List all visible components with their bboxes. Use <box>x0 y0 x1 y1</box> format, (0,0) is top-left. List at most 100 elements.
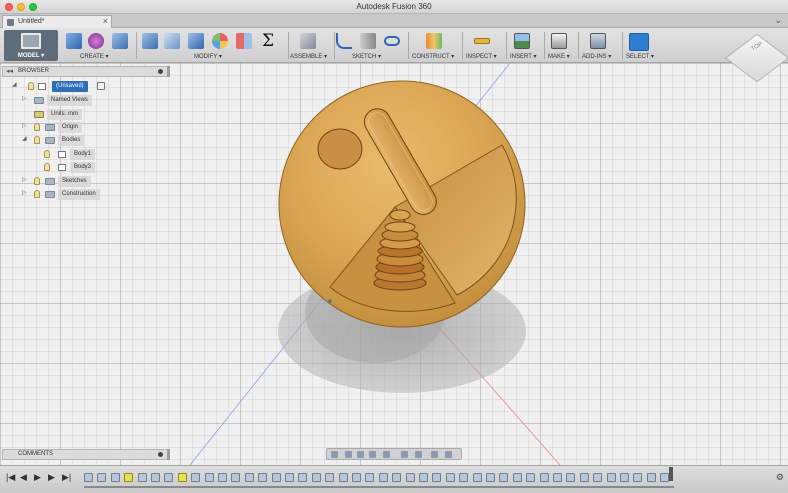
3d-print-icon[interactable] <box>551 33 567 49</box>
shell-icon[interactable] <box>188 33 204 49</box>
timeline-marker-handle[interactable] <box>669 467 673 481</box>
timeline-last-button[interactable]: ▶| <box>62 472 71 483</box>
timeline-feature-icon[interactable] <box>459 473 469 482</box>
browser-item-root[interactable]: ◢ (Unsaved) <box>12 81 112 92</box>
timeline-feature-icon[interactable] <box>392 473 402 482</box>
visibility-bulb-icon[interactable] <box>44 150 50 158</box>
sketch-menu-label[interactable]: SKETCH ▾ <box>352 53 381 60</box>
expand-arrow-icon[interactable]: ▷ <box>22 122 30 129</box>
press-pull-icon[interactable] <box>142 33 158 49</box>
timeline-feature-icon[interactable] <box>593 473 603 482</box>
timeline-feature-icon[interactable] <box>539 473 549 482</box>
timeline-feature-icon[interactable] <box>486 473 495 482</box>
select-cursor-icon[interactable] <box>629 33 649 51</box>
display-settings-icon[interactable] <box>401 451 408 458</box>
collapse-browser-icon[interactable]: ◂◂ <box>6 67 13 75</box>
timeline-feature-icon[interactable] <box>365 473 375 482</box>
workspace-switcher[interactable]: MODEL ▾ <box>4 30 58 61</box>
scripts-add-ins-icon[interactable] <box>590 33 606 49</box>
browser-item-body1[interactable]: Body1 <box>44 149 104 160</box>
timeline-feature-icon[interactable] <box>191 473 201 482</box>
construct-menu-label[interactable]: CONSTRUCT ▾ <box>412 53 454 60</box>
extrude-icon[interactable] <box>112 33 128 49</box>
insert-canvas-icon[interactable] <box>514 33 530 49</box>
stop-sketch-icon[interactable] <box>360 33 376 49</box>
timeline-feature-strip[interactable] <box>84 470 674 488</box>
browser-panel-header[interactable]: ◂◂ BROWSER <box>2 66 170 77</box>
visibility-bulb-icon[interactable] <box>34 177 40 185</box>
timeline-feature-icon[interactable] <box>258 473 268 482</box>
zoom-icon[interactable] <box>369 451 376 458</box>
timeline-feature-icon[interactable] <box>378 473 388 482</box>
physical-material-icon[interactable] <box>236 33 252 49</box>
timeline-feature-icon[interactable] <box>432 473 442 482</box>
slot-icon[interactable] <box>384 36 400 46</box>
timeline-feature-icon[interactable] <box>633 473 643 482</box>
inspect-menu-label[interactable]: INSPECT ▾ <box>466 53 497 60</box>
expand-arrow-icon[interactable]: ◢ <box>12 81 20 88</box>
comments-resize-handle[interactable] <box>167 449 170 460</box>
add-ins-menu-label[interactable]: ADD-INS ▾ <box>582 53 611 60</box>
timeline-feature-icon[interactable] <box>646 473 656 482</box>
measure-icon[interactable] <box>474 38 490 44</box>
insert-menu-label[interactable]: INSERT ▾ <box>510 53 536 60</box>
timeline-feature-icon[interactable] <box>325 473 335 482</box>
timeline-feature-icon[interactable] <box>660 473 670 482</box>
timeline-feature-icon[interactable] <box>311 473 321 482</box>
timeline-feature-icon[interactable] <box>204 473 214 482</box>
timeline-feature-icon[interactable] <box>110 473 120 482</box>
timeline-feature-icon[interactable] <box>405 473 415 482</box>
visibility-bulb-icon[interactable] <box>34 190 40 198</box>
browser-item-bodies[interactable]: ◢ Bodies <box>22 135 122 146</box>
offset-plane-icon[interactable] <box>426 33 442 49</box>
comments-pin-icon[interactable] <box>158 452 163 457</box>
timeline-feature-icon[interactable] <box>244 473 254 482</box>
browser-item-sketches[interactable]: ▷ Sketches <box>22 176 122 187</box>
tab-overflow-chevron-icon[interactable]: ⌄ <box>774 15 782 26</box>
visibility-bulb-icon[interactable] <box>28 82 34 90</box>
grid-settings-icon[interactable] <box>431 451 438 458</box>
comments-panel-header[interactable]: COMMENTS <box>2 449 170 460</box>
timeline-feature-icon[interactable] <box>526 473 536 482</box>
timeline-feature-icon[interactable] <box>579 473 589 482</box>
timeline-feature-icon[interactable] <box>124 473 134 482</box>
timeline-feature-icon[interactable] <box>231 473 241 482</box>
joint-icon[interactable] <box>300 33 316 49</box>
modify-menu-label[interactable]: MODIFY ▾ <box>194 53 222 60</box>
timeline-feature-icon[interactable] <box>218 473 227 482</box>
browser-item-units[interactable]: Units: mm <box>22 109 122 120</box>
visibility-bulb-icon[interactable] <box>44 163 50 171</box>
timeline-feature-icon[interactable] <box>164 473 174 482</box>
pan-icon[interactable] <box>357 451 364 458</box>
visual-style-icon[interactable] <box>415 451 422 458</box>
expand-arrow-icon[interactable]: ▷ <box>22 176 30 183</box>
timeline-feature-icon[interactable] <box>137 473 147 482</box>
timeline-settings-gear-icon[interactable]: ⚙ <box>776 472 784 483</box>
close-tab-icon[interactable]: × <box>103 16 108 26</box>
look-at-icon[interactable] <box>345 451 352 458</box>
fit-icon[interactable] <box>383 451 390 458</box>
browser-item-construction[interactable]: ▷ Construction <box>22 189 122 200</box>
timeline-feature-icon[interactable] <box>606 473 616 482</box>
orbit-icon[interactable] <box>331 451 338 458</box>
expand-arrow-icon[interactable]: ▷ <box>22 189 30 196</box>
browser-item-named-views[interactable]: ▷ Named Views <box>22 95 122 106</box>
select-menu-label[interactable]: SELECT ▾ <box>626 53 654 60</box>
visibility-bulb-icon[interactable] <box>34 123 40 131</box>
timeline-feature-icon[interactable] <box>271 473 281 482</box>
timeline-feature-icon[interactable] <box>445 473 455 482</box>
assemble-menu-label[interactable]: ASSEMBLE ▾ <box>290 53 327 60</box>
timeline-feature-icon[interactable] <box>419 473 428 482</box>
timeline-feature-icon[interactable] <box>499 473 509 482</box>
timeline-feature-icon[interactable] <box>566 473 576 482</box>
timeline-feature-icon[interactable] <box>352 473 361 482</box>
box-icon[interactable] <box>66 33 82 49</box>
fillet-icon[interactable] <box>164 33 180 49</box>
timeline-feature-icon[interactable] <box>553 473 562 482</box>
browser-pin-icon[interactable] <box>158 69 163 74</box>
appearance-icon[interactable] <box>212 33 228 49</box>
activate-radio-icon[interactable] <box>97 82 105 90</box>
timeline-feature-icon[interactable] <box>298 473 308 482</box>
timeline-prev-button[interactable]: ◀ <box>20 472 27 483</box>
make-menu-label[interactable]: MAKE ▾ <box>548 53 570 60</box>
